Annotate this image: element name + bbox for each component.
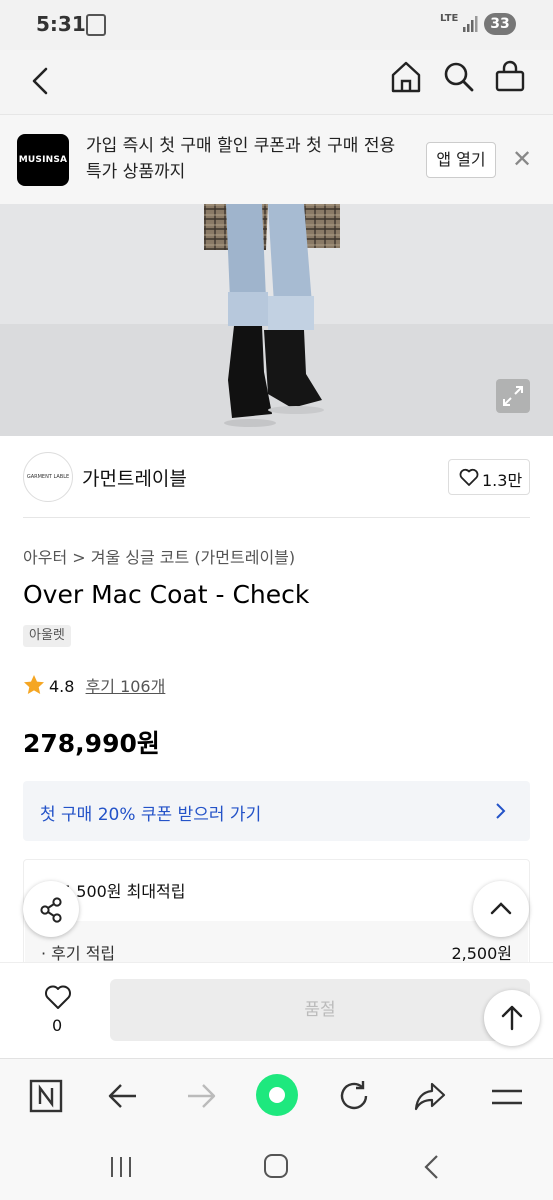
green-dot-icon[interactable] — [255, 1073, 299, 1117]
arrow-up-icon — [501, 1005, 523, 1031]
brand-logo[interactable]: GARMENT LABLE — [23, 452, 73, 502]
search-icon[interactable] — [443, 60, 475, 94]
soldout-button[interactable]: 품절 — [110, 979, 530, 1041]
recent-apps-icon[interactable] — [108, 1154, 134, 1180]
breadcrumb[interactable]: 아우터 > 겨울 싱글 코트 (가먼트레이블) — [23, 544, 295, 568]
browser-forward-icon — [184, 1079, 218, 1113]
product-price: 278,990원 — [23, 729, 160, 758]
chevron-right-icon — [493, 801, 507, 821]
coupon-label: 첫 구매 20% 쿠폰 받으러 가기 — [40, 805, 262, 825]
browser-back-icon[interactable] — [106, 1079, 140, 1113]
musinsa-logo: MUSINSA — [17, 134, 69, 186]
cart-icon[interactable] — [494, 59, 526, 93]
first-purchase-coupon-banner[interactable]: 첫 구매 20% 쿠폰 받으러 가기 — [23, 781, 530, 841]
naver-n-icon[interactable] — [29, 1079, 63, 1113]
share-forward-icon[interactable] — [412, 1078, 448, 1114]
scroll-top-button[interactable] — [484, 990, 540, 1046]
share-button[interactable] — [23, 881, 79, 937]
expand-image-icon[interactable] — [496, 379, 530, 413]
points-summary: 5,500원 최대적립 · 후기 적립 2,500원 — [23, 859, 530, 971]
signal-icon — [462, 14, 478, 34]
collapse-button[interactable] — [473, 881, 529, 937]
rating-row: 4.8 후기 106개 — [23, 673, 165, 697]
product-title: Over Mac Coat - Check — [23, 580, 310, 609]
top-nav — [0, 50, 553, 114]
review-link[interactable]: 후기 106개 — [86, 677, 166, 696]
brand-name[interactable]: 가먼트레이블 — [82, 464, 187, 491]
open-app-button[interactable]: 앱 열기 — [426, 142, 496, 178]
home-icon[interactable] — [390, 60, 422, 94]
chevron-up-icon — [490, 902, 512, 915]
wishlist-count: 0 — [52, 1016, 63, 1035]
battery-indicator: 33 — [484, 13, 516, 35]
star-icon — [23, 674, 45, 695]
screenshot-icon — [86, 14, 106, 36]
banner-message: 가입 즉시 첫 구매 할인 쿠폰과 첫 구매 전용 특가 상품까지 — [86, 136, 396, 182]
product-image[interactable] — [0, 204, 553, 436]
system-nav-bar — [0, 1136, 553, 1200]
wishlist-heart-icon[interactable] — [44, 984, 72, 1010]
divider — [23, 517, 530, 518]
home-button-icon[interactable] — [263, 1153, 289, 1179]
points-row-value: 2,500원 — [451, 944, 512, 963]
status-time: 5:31 — [36, 12, 86, 36]
brand-like-count: 1.3만 — [482, 471, 523, 490]
brand-like-button[interactable]: 1.3만 — [448, 459, 530, 495]
refresh-icon[interactable] — [336, 1078, 372, 1114]
menu-icon[interactable] — [490, 1083, 524, 1111]
points-row-label: · 후기 적립 — [41, 944, 116, 963]
system-back-icon[interactable] — [420, 1153, 444, 1181]
share-icon — [40, 897, 62, 923]
app-install-banner: MUSINSA 가입 즉시 첫 구매 할인 쿠폰과 첫 구매 전용 특가 상품까… — [0, 114, 553, 205]
network-type: LTE — [440, 13, 459, 24]
points-header: 5,500원 최대적립 — [61, 882, 186, 901]
rating-value: 4.8 — [49, 677, 75, 696]
heart-icon — [459, 468, 479, 486]
status-bar: 5:31 LTE 33 — [0, 0, 553, 50]
close-icon[interactable]: ✕ — [512, 147, 532, 171]
browser-toolbar — [0, 1058, 553, 1137]
outlet-badge: 아울렛 — [23, 625, 71, 647]
back-icon[interactable] — [28, 66, 54, 96]
